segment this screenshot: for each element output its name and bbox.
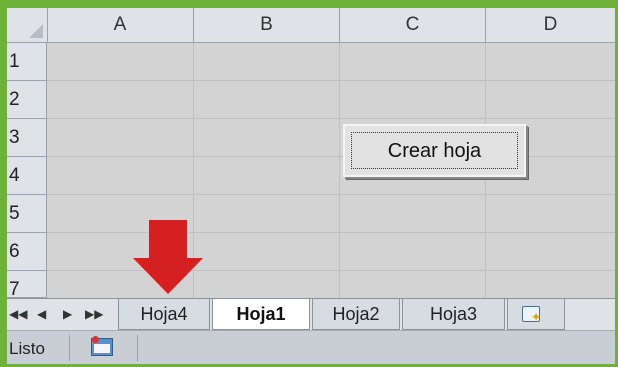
insert-worksheet-button[interactable]: ✦ (507, 299, 565, 330)
column-header-row: A B C D (7, 8, 615, 43)
red-arrow-shaft (149, 220, 187, 260)
last-sheet-icon[interactable]: ▶▶ (85, 307, 103, 321)
grid-line (47, 80, 615, 81)
grid-line (339, 43, 340, 308)
grid-line (47, 194, 615, 195)
row-header-3[interactable]: 3 (7, 119, 47, 157)
row-header-6[interactable]: 6 (7, 233, 47, 271)
crear-hoja-button[interactable]: Crear hoja (343, 124, 526, 177)
spreadsheet-window: A B C D 1 2 3 4 5 6 7 Crear hoja ◀◀ ◀ ▶ … (7, 8, 615, 364)
status-divider (69, 335, 70, 361)
column-header-d[interactable]: D (486, 8, 615, 42)
insert-worksheet-icon: ✦ (522, 306, 541, 324)
tab-hoja4[interactable]: Hoja4 (118, 299, 210, 330)
row-header-7[interactable]: 7 (7, 271, 47, 300)
grid-line (47, 156, 615, 157)
column-header-c[interactable]: C (340, 8, 486, 42)
status-divider (137, 335, 138, 361)
status-bar: Listo (7, 330, 615, 364)
column-header-a[interactable]: A (47, 8, 194, 42)
status-ready-text: Listo (9, 339, 45, 358)
next-sheet-icon[interactable]: ▶ (63, 307, 72, 321)
tab-hoja2[interactable]: Hoja2 (312, 299, 400, 330)
tab-hoja3[interactable]: Hoja3 (402, 299, 505, 330)
select-all-corner[interactable] (7, 8, 48, 42)
row-header-1[interactable]: 1 (7, 43, 47, 81)
record-macro-icon[interactable] (91, 336, 113, 356)
tab-hoja1[interactable]: Hoja1 (212, 299, 310, 330)
previous-sheet-icon[interactable]: ◀ (37, 307, 46, 321)
select-all-icon (29, 24, 43, 38)
red-down-arrow-icon (133, 258, 203, 294)
crear-hoja-button-label: Crear hoja (351, 132, 518, 169)
grid-line (47, 118, 615, 119)
first-sheet-icon[interactable]: ◀◀ (9, 307, 27, 321)
sheet-tab-bar: ◀◀ ◀ ▶ ▶▶ Hoja4 Hoja1 Hoja2 Hoja3 ✦ (7, 298, 615, 331)
row-header-4[interactable]: 4 (7, 157, 47, 195)
row-header-5[interactable]: 5 (7, 195, 47, 233)
column-header-b[interactable]: B (194, 8, 340, 42)
grid-line (47, 232, 615, 233)
row-header-2[interactable]: 2 (7, 81, 47, 119)
